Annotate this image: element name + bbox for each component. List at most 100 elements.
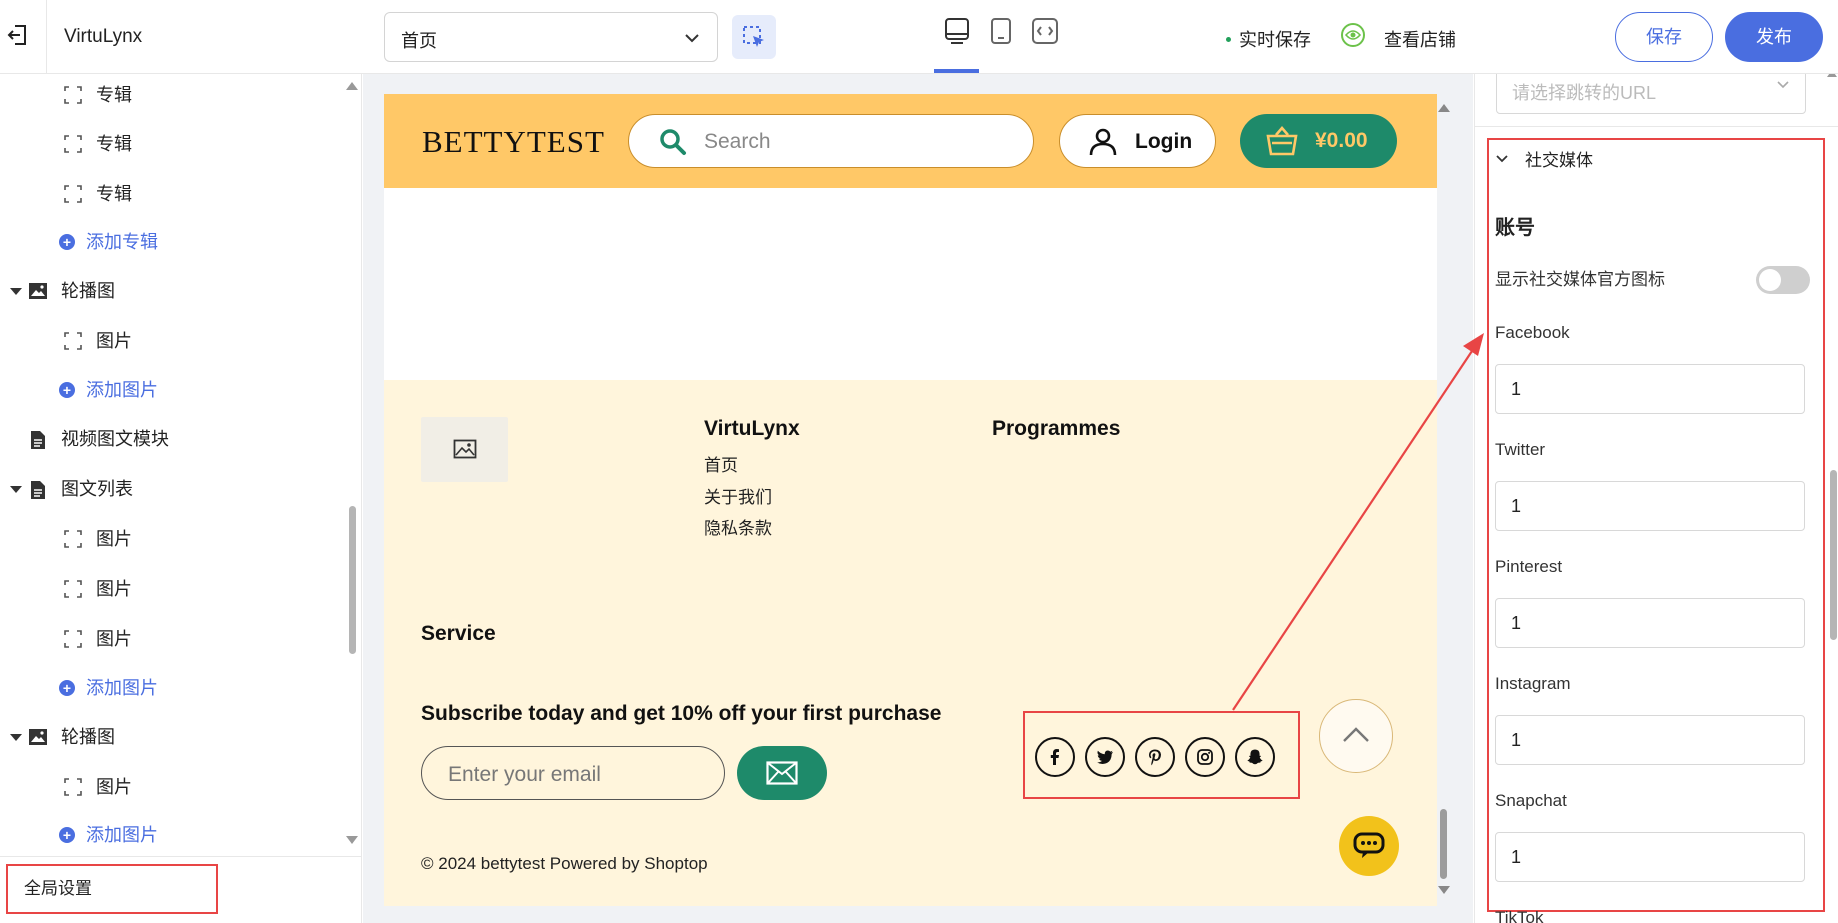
publish-button[interactable]: 发布: [1725, 12, 1823, 62]
social-media-section-title[interactable]: 社交媒体: [1525, 146, 1593, 171]
show-official-icons-toggle[interactable]: [1756, 266, 1810, 294]
sidebar-item-label: 添加图片: [86, 678, 158, 698]
store-search[interactable]: Search: [628, 114, 1034, 168]
plus-circle-icon: +: [59, 234, 75, 250]
chat-widget-button[interactable]: [1339, 816, 1399, 876]
footer-logo-placeholder[interactable]: [421, 417, 508, 482]
email-placeholder: Enter your email: [448, 763, 601, 786]
social-field-value: 1: [1511, 847, 1522, 867]
basket-icon: [1266, 126, 1298, 156]
subscribe-button[interactable]: [737, 746, 827, 800]
exit-icon[interactable]: [6, 22, 30, 48]
cart-amount: ¥0.00: [1315, 129, 1368, 152]
sidebar-item-label: 图文列表: [61, 479, 133, 499]
sidebar-item-label: 专辑: [96, 85, 132, 105]
document-icon: [31, 431, 45, 449]
selection-cursor-icon: [743, 26, 764, 47]
frame-icon: [64, 778, 82, 796]
sidebar-item-label: 图片: [96, 331, 132, 351]
select-tool-button[interactable]: [732, 15, 776, 59]
page-select-value: 首页: [401, 31, 437, 51]
social-field-value: 1: [1511, 730, 1522, 750]
document-icon: [31, 481, 45, 499]
sidebar-item-label: 轮播图: [61, 281, 115, 301]
frame-icon: [64, 86, 82, 104]
sidebar-scrollbar-thumb[interactable]: [349, 506, 356, 654]
panel-scroll-up-arrow[interactable]: [1827, 74, 1837, 77]
social-field-label: Instagram: [1495, 674, 1571, 693]
social-field-input[interactable]: 1: [1495, 364, 1805, 414]
login-button[interactable]: Login: [1059, 114, 1216, 168]
sidebar-item-label: 图片: [96, 529, 132, 549]
back-to-top-button[interactable]: [1319, 699, 1393, 773]
chevron-down-icon: [685, 34, 699, 43]
chevron-up-icon: [1343, 727, 1369, 742]
twitter-icon[interactable]: [1085, 737, 1125, 777]
active-device-indicator: [934, 69, 979, 73]
responsive-view-icon[interactable]: [1030, 16, 1060, 46]
global-settings-button[interactable]: 全局设置: [6, 864, 218, 914]
cart-button[interactable]: ¥0.00: [1240, 114, 1397, 168]
copyright-text: © 2024 bettytest Powered by Shoptop: [421, 854, 708, 873]
canvas-scrollbar-thumb[interactable]: [1440, 809, 1447, 879]
autosave-status: 实时保存: [1226, 26, 1311, 52]
preview-canvas: BETTYTEST Search Login ¥0.00 VirtuLynx 首…: [363, 74, 1473, 923]
social-field-value: 1: [1511, 613, 1522, 633]
url-select[interactable]: 请选择跳转的URL: [1496, 74, 1806, 114]
store-eye-icon[interactable]: [1340, 22, 1366, 48]
tablet-view-icon[interactable]: [986, 16, 1016, 46]
canvas-scroll-up-arrow[interactable]: [1438, 104, 1450, 112]
facebook-icon[interactable]: [1035, 737, 1075, 777]
image-icon: [29, 283, 47, 299]
scroll-up-arrow[interactable]: [346, 82, 358, 90]
toggle-knob: [1759, 269, 1781, 291]
social-field-label: Twitter: [1495, 440, 1546, 459]
plus-circle-icon: +: [59, 382, 75, 398]
footer-link[interactable]: 隐私条款: [704, 514, 772, 539]
topbar-divider: [46, 0, 47, 74]
social-icons-highlight: [1023, 711, 1300, 799]
pinterest-icon[interactable]: [1135, 737, 1175, 777]
social-field-input[interactable]: 1: [1495, 832, 1805, 882]
footer-link[interactable]: 关于我们: [704, 483, 772, 508]
social-field-input[interactable]: 1: [1495, 481, 1805, 531]
social-field-label: Facebook: [1495, 323, 1570, 342]
sidebar-item-label: 图片: [96, 777, 132, 797]
user-icon: [1089, 128, 1117, 156]
desktop-view-icon[interactable]: [942, 16, 972, 46]
social-field-input[interactable]: 1: [1495, 715, 1805, 765]
caret-down-icon[interactable]: [10, 288, 22, 295]
panel-scrollbar-thumb[interactable]: [1830, 470, 1837, 640]
search-placeholder: Search: [704, 130, 771, 153]
view-store-link[interactable]: 查看店铺: [1384, 26, 1456, 52]
login-label: Login: [1135, 130, 1193, 153]
snapchat-icon[interactable]: [1235, 737, 1275, 777]
store-header: BETTYTEST Search Login ¥0.00: [384, 94, 1437, 188]
chevron-down-icon: [1777, 81, 1789, 89]
account-heading: 账号: [1495, 217, 1535, 239]
email-input[interactable]: Enter your email: [421, 746, 725, 800]
store-brand[interactable]: BETTYTEST: [422, 124, 605, 160]
sidebar-item-label: 专辑: [96, 134, 132, 154]
frame-icon: [64, 135, 82, 153]
page-select[interactable]: 首页: [384, 12, 718, 62]
footer-service-title: Service: [421, 622, 496, 645]
social-field-input[interactable]: 1: [1495, 598, 1805, 648]
frame-icon: [64, 580, 82, 598]
footer-link[interactable]: 首页: [704, 451, 738, 476]
scroll-down-arrow[interactable]: [346, 836, 358, 844]
sidebar-item-label: 专辑: [96, 184, 132, 204]
image-icon: [29, 729, 47, 745]
sidebar-item-label: 添加专辑: [86, 232, 158, 252]
sidebar-item-label: 图片: [96, 629, 132, 649]
sidebar-item-label: 添加图片: [86, 380, 158, 400]
chevron-down-icon[interactable]: [1495, 152, 1509, 166]
canvas-scroll-down-arrow[interactable]: [1438, 886, 1450, 894]
caret-down-icon[interactable]: [10, 486, 22, 493]
social-field-label: Pinterest: [1495, 557, 1563, 576]
save-button[interactable]: 保存: [1615, 12, 1713, 62]
instagram-icon[interactable]: [1185, 737, 1225, 777]
social-field-label: Snapchat: [1495, 791, 1567, 810]
envelope-icon: [766, 761, 798, 785]
caret-down-icon[interactable]: [10, 734, 22, 741]
